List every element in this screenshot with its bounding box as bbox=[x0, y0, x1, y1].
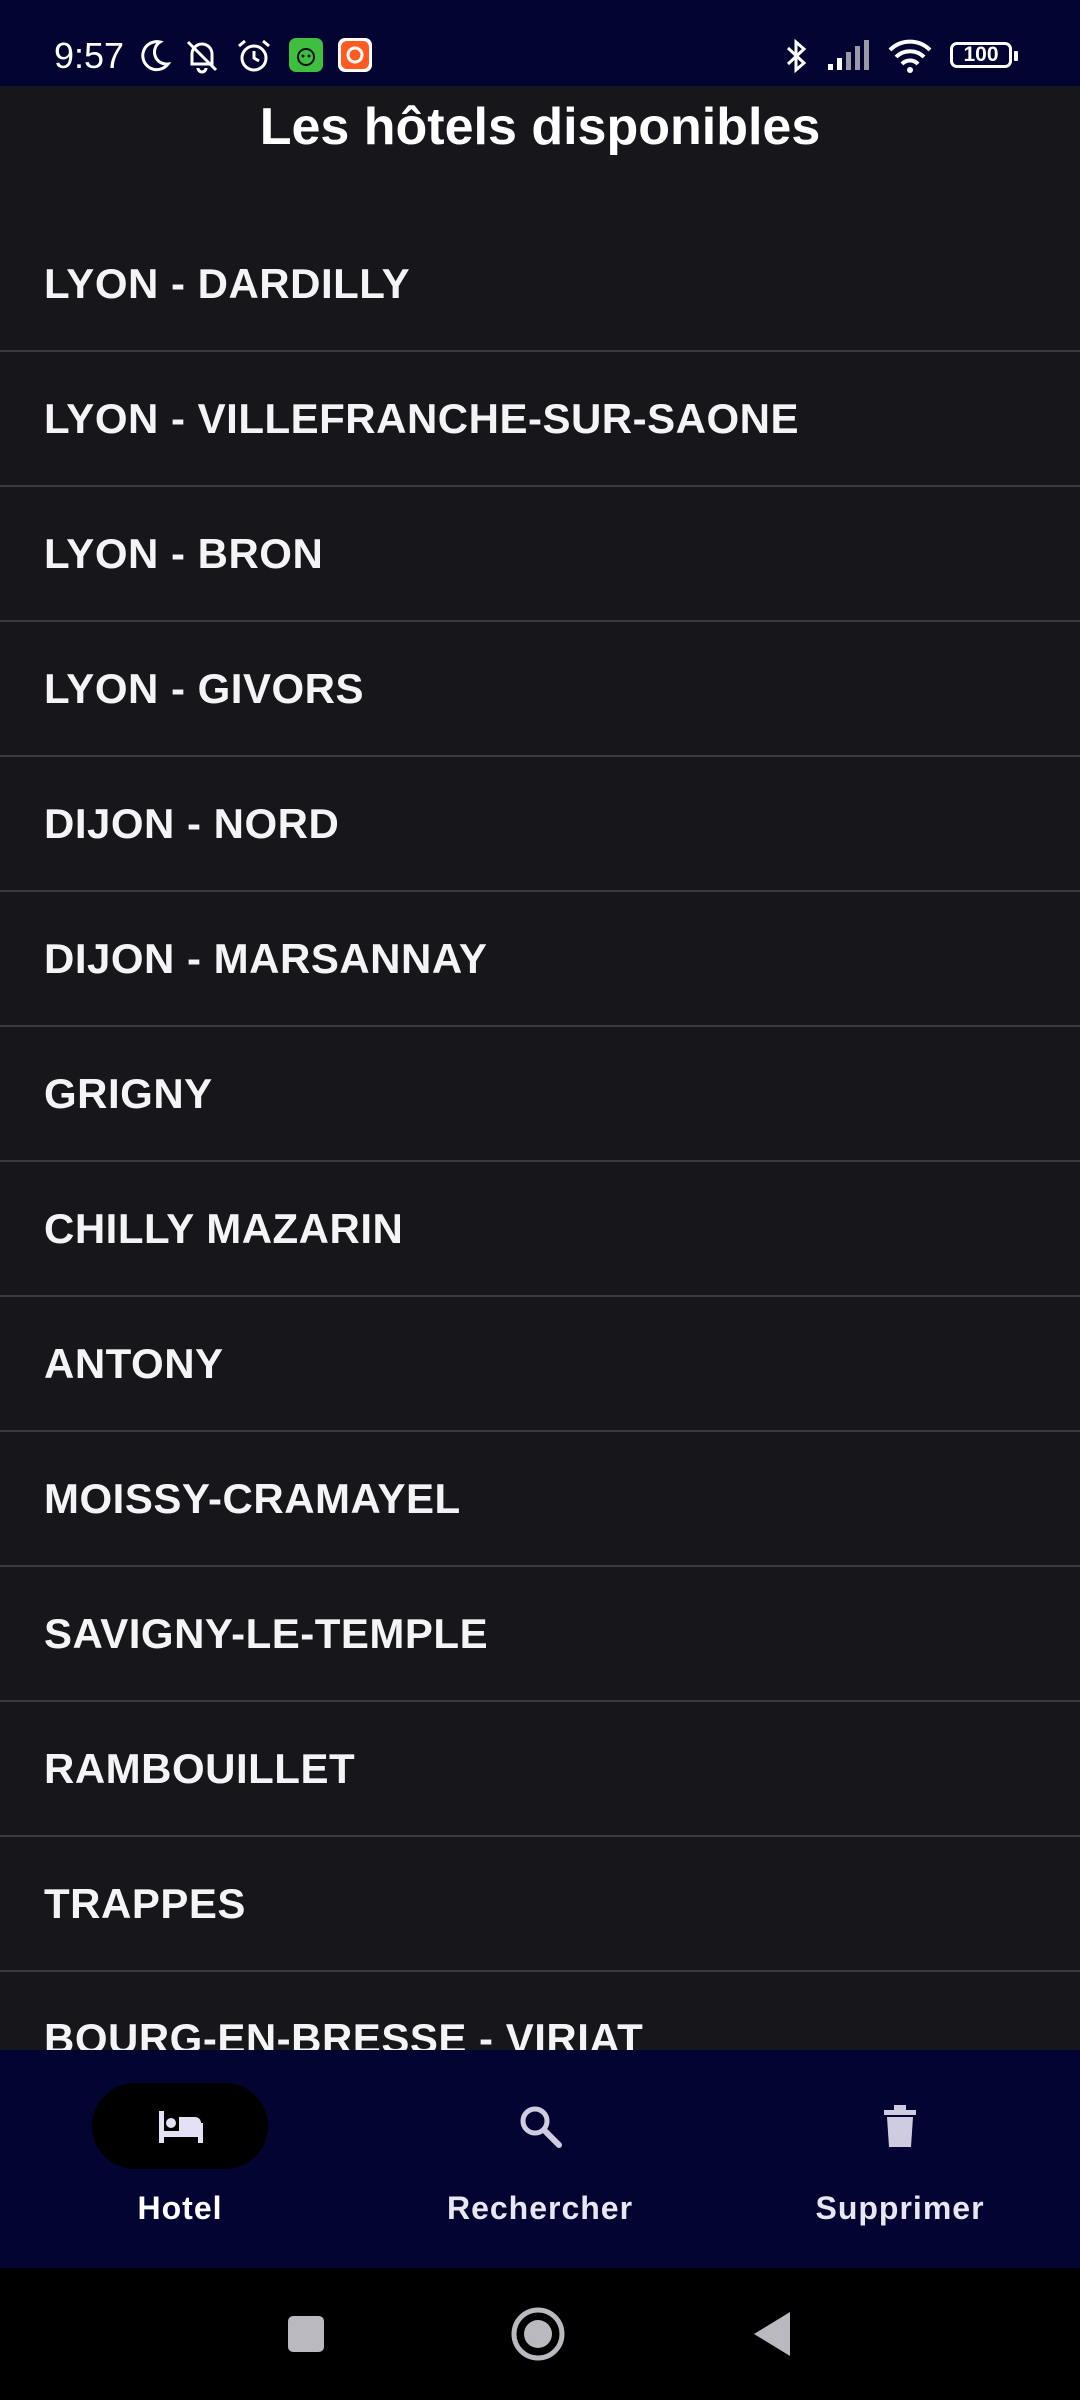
system-navigation-bar bbox=[0, 2268, 1080, 2400]
page-title: Les hôtels disponibles bbox=[259, 98, 821, 156]
hotel-item[interactable]: MOISSY-CRAMAYEL bbox=[0, 1432, 1080, 1567]
hotel-item[interactable]: LYON - VILLEFRANCHE-SUR-SAONE bbox=[0, 352, 1080, 487]
recents-button[interactable] bbox=[276, 2304, 336, 2364]
bluetooth-icon bbox=[786, 38, 807, 74]
green-app-icon bbox=[289, 38, 323, 72]
nav-item-supprimer[interactable]: Supprimer bbox=[720, 2050, 1080, 2268]
hotel-item[interactable]: LYON - BRON bbox=[0, 487, 1080, 622]
nav-label-supprimer: Supprimer bbox=[815, 2190, 985, 2226]
bed-icon bbox=[159, 2111, 203, 2143]
moon-icon bbox=[141, 40, 172, 72]
status-time: 9:57 bbox=[54, 35, 125, 76]
hotel-item[interactable]: BOURG-EN-BRESSE - VIRIAT bbox=[0, 1972, 1080, 2051]
hotel-item[interactable]: GRIGNY bbox=[0, 1027, 1080, 1162]
hotel-list[interactable]: LYON - DARDILLY LYON - VILLEFRANCHE-SUR-… bbox=[0, 217, 1080, 2050]
status-bar: 9:57 100 bbox=[0, 0, 1080, 86]
nav-label-hotel: Hotel bbox=[137, 2190, 223, 2226]
signal-icon bbox=[828, 40, 869, 70]
hotel-item[interactable]: RAMBOUILLET bbox=[0, 1702, 1080, 1837]
nav-label-rechercher: Rechercher bbox=[446, 2190, 634, 2226]
nav-item-hotel[interactable]: Hotel bbox=[0, 2050, 360, 2268]
nav-item-rechercher[interactable]: Rechercher bbox=[360, 2050, 720, 2268]
bell-off-icon bbox=[186, 40, 218, 74]
trash-icon bbox=[884, 2105, 916, 2147]
orange-app-icon bbox=[338, 38, 372, 72]
hotel-item[interactable]: SAVIGNY-LE-TEMPLE bbox=[0, 1567, 1080, 1702]
hotel-item[interactable]: LYON - DARDILLY bbox=[0, 217, 1080, 352]
search-icon bbox=[520, 2106, 562, 2148]
hotel-item[interactable]: ANTONY bbox=[0, 1297, 1080, 1432]
hotel-item[interactable]: DIJON - MARSANNAY bbox=[0, 892, 1080, 1027]
alarm-icon bbox=[238, 39, 270, 72]
home-button[interactable] bbox=[508, 2304, 568, 2364]
hotel-item[interactable]: CHILLY MAZARIN bbox=[0, 1162, 1080, 1297]
hotel-item[interactable]: TRAPPES bbox=[0, 1837, 1080, 1972]
hotel-item[interactable]: LYON - GIVORS bbox=[0, 622, 1080, 757]
bottom-navigation: Hotel Rechercher Supprimer bbox=[0, 2050, 1080, 2268]
back-button[interactable] bbox=[744, 2304, 804, 2364]
hotel-item[interactable]: DIJON - NORD bbox=[0, 757, 1080, 892]
wifi-icon bbox=[888, 39, 932, 73]
battery-level: 100 bbox=[963, 43, 999, 66]
battery-icon: 100 bbox=[950, 42, 1018, 68]
